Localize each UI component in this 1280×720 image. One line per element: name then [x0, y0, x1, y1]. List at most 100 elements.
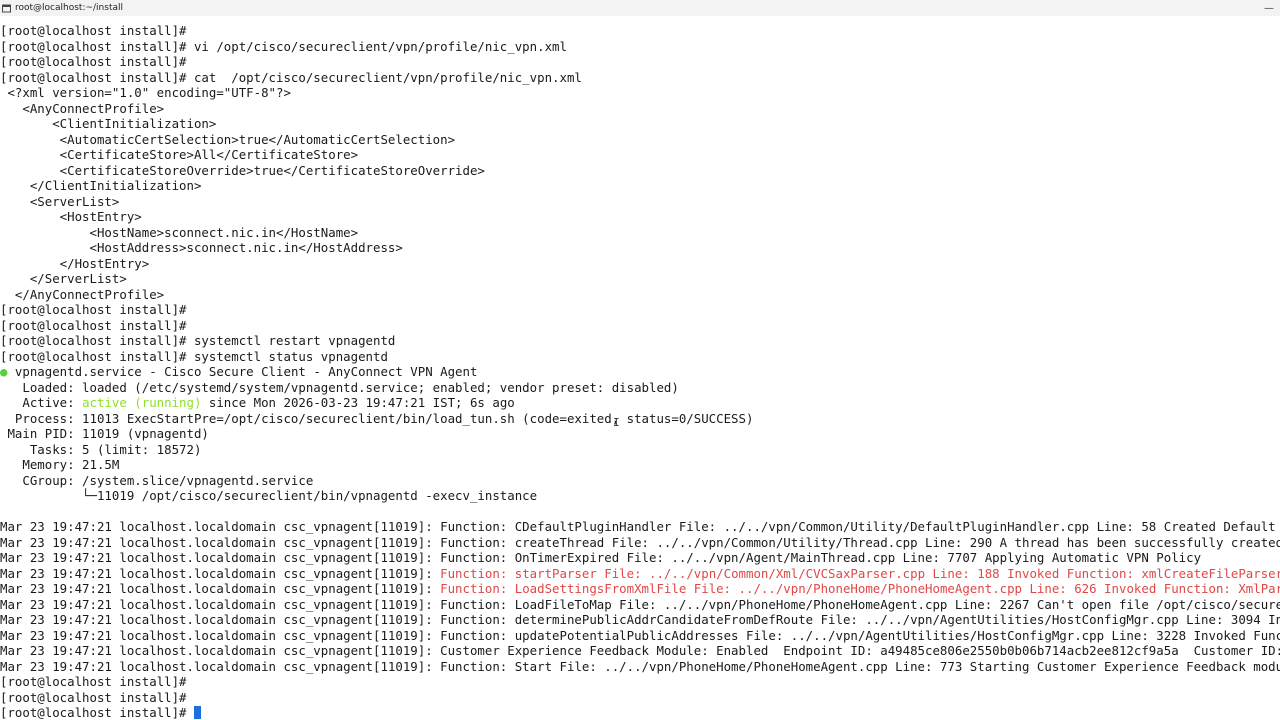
- terminal-line: <CertificateStoreOverride>true</Certific…: [0, 163, 1280, 179]
- window-titlebar: root@localhost:~/install —: [0, 0, 1280, 16]
- line-prefix: Mar 23 19:47:21 localhost.localdomain cs…: [0, 565, 441, 581]
- terminal-line: Mar 23 19:47:21 localhost.localdomain cs…: [0, 519, 1280, 535]
- terminal-line: <HostAddress>sconnect.nic.in</HostAddres…: [0, 240, 1280, 256]
- terminal-line: Main PID: 11019 (vpnagentd): [0, 426, 1280, 442]
- terminal-line: </AnyConnectProfile>: [0, 287, 1280, 303]
- terminal-line: Mar 23 19:47:21 localhost.localdomain cs…: [0, 581, 1280, 597]
- terminal-line: </ClientInitialization>: [0, 178, 1280, 194]
- terminal-line: Mar 23 19:47:21 localhost.localdomain cs…: [0, 597, 1280, 613]
- line-text: [root@localhost install]# systemctl stat…: [0, 348, 388, 364]
- line-text: <ServerList>: [0, 193, 120, 209]
- line-text: <AnyConnectProfile>: [0, 100, 165, 116]
- line-text: <ClientInitialization>: [0, 116, 217, 131]
- terminal-line: Mar 23 19:47:21 localhost.localdomain cs…: [0, 550, 1280, 566]
- line-suffix: since Mon 2026-03-23 19:47:21 IST; 6s ag…: [201, 395, 515, 410]
- line-text: <CertificateStore>All</CertificateStore>: [0, 147, 359, 162]
- terminal-line: [root@localhost install]#: [0, 318, 1280, 334]
- line-text: <HostName>sconnect.nic.in</HostName>: [0, 224, 359, 240]
- line-text: </HostEntry>: [0, 255, 150, 271]
- terminal-line: Tasks: 5 (limit: 18572): [0, 442, 1280, 458]
- terminal-line: </ServerList>: [0, 271, 1280, 287]
- line-text: [root@localhost install]#: [0, 689, 187, 705]
- line-text: [root@localhost install]#: [0, 705, 194, 720]
- terminal-line: Active: active (running) since Mon 2026-…: [0, 395, 1280, 411]
- line-text: Mar 23 19:47:21 localhost.localdomain cs…: [0, 534, 1280, 550]
- line-text: Mar 23 19:47:21 localhost.localdomain cs…: [0, 627, 1280, 643]
- log-error-text: Function: LoadSettingsFromXmlFile File: …: [440, 581, 1280, 596]
- terminal-line: └─11019 /opt/cisco/secureclient/bin/vpna…: [0, 488, 1280, 504]
- line-text: CGroup: /system.slice/vpnagentd.service: [0, 472, 314, 488]
- terminal-line: [root@localhost install]#: [0, 705, 1280, 720]
- terminal-line: Mar 23 19:47:21 localhost.localdomain cs…: [0, 535, 1280, 551]
- terminal-line: <AutomaticCertSelection>true</AutomaticC…: [0, 132, 1280, 148]
- service-active-status: active (running): [82, 395, 202, 410]
- line-text: [root@localhost install]# systemctl rest…: [0, 333, 396, 348]
- line-text: </ServerList>: [0, 271, 127, 286]
- terminal-line: [root@localhost install]#: [0, 674, 1280, 690]
- terminal-line: CGroup: /system.slice/vpnagentd.service: [0, 473, 1280, 489]
- line-text: Mar 23 19:47:21 localhost.localdomain cs…: [0, 612, 1280, 627]
- terminal-cursor[interactable]: [193, 706, 201, 719]
- line-text: Loaded: loaded (/etc/systemd/system/vpna…: [0, 379, 679, 395]
- line-text: Tasks: 5 (limit: 18572): [0, 441, 202, 457]
- line-text: └─11019 /opt/cisco/secureclient/bin/vpna…: [0, 488, 538, 503]
- terminal-line: Mar 23 19:47:21 localhost.localdomain cs…: [0, 659, 1280, 675]
- terminal-line: Memory: 21.5M: [0, 457, 1280, 473]
- minimize-button[interactable]: —: [1258, 0, 1280, 16]
- terminal-line: <ServerList>: [0, 194, 1280, 210]
- line-text: Mar 23 19:47:21 localhost.localdomain cs…: [0, 596, 1280, 612]
- line-prefix: Mar 23 19:47:21 localhost.localdomain cs…: [0, 581, 441, 596]
- terminal-line: Mar 23 19:47:21 localhost.localdomain cs…: [0, 566, 1280, 582]
- line-prefix: Active:: [0, 395, 83, 410]
- line-text: [root@localhost install]#: [0, 317, 187, 333]
- line-text: [root@localhost install]#: [0, 23, 187, 38]
- line-text: </ClientInitialization>: [0, 178, 202, 193]
- line-text: [root@localhost install]# cat /opt/cisco…: [0, 69, 582, 85]
- text-cursor-icon: I: [613, 416, 620, 429]
- line-text: <AutomaticCertSelection>true</AutomaticC…: [0, 131, 456, 147]
- line-text: [root@localhost install]#: [0, 302, 187, 317]
- terminal-line: <CertificateStore>All</CertificateStore>: [0, 147, 1280, 163]
- terminal-line: [root@localhost install]#: [0, 23, 1280, 39]
- terminal-icon: [2, 4, 11, 13]
- line-text: [root@localhost install]#: [0, 674, 187, 689]
- terminal-line: <ClientInitialization>: [0, 116, 1280, 132]
- window-title: root@localhost:~/install: [15, 3, 123, 13]
- line-text: [root@localhost install]#: [0, 54, 187, 69]
- line-text: Mar 23 19:47:21 localhost.localdomain cs…: [0, 658, 1280, 674]
- terminal-line: Process: 11013 ExecStartPre=/opt/cisco/s…: [0, 411, 1280, 427]
- terminal-line: <HostEntry>: [0, 209, 1280, 225]
- terminal-line: Loaded: loaded (/etc/systemd/system/vpna…: [0, 380, 1280, 396]
- line-text: <HostAddress>sconnect.nic.in</HostAddres…: [0, 240, 403, 255]
- terminal-line: [root@localhost install]#: [0, 302, 1280, 318]
- terminal-line: <?xml version="1.0" encoding="UTF-8"?>: [0, 85, 1280, 101]
- line-text: vpnagentd.service - Cisco Secure Client …: [7, 364, 478, 379]
- line-text: <HostEntry>: [0, 209, 142, 224]
- line-text: Mar 23 19:47:21 localhost.localdomain cs…: [0, 550, 1202, 565]
- line-text: </AnyConnectProfile>: [0, 286, 165, 302]
- terminal-line: </HostEntry>: [0, 256, 1280, 272]
- terminal-line: <HostName>sconnect.nic.in</HostName>: [0, 225, 1280, 241]
- terminal-line: [root@localhost install]#: [0, 690, 1280, 706]
- line-text: <CertificateStoreOverride>true</Certific…: [0, 162, 485, 178]
- line-text: Process: 11013 ExecStartPre=/opt/cisco/s…: [0, 410, 754, 426]
- terminal-line: Mar 23 19:47:21 localhost.localdomain cs…: [0, 612, 1280, 628]
- line-text: Main PID: 11019 (vpnagentd): [0, 426, 209, 441]
- terminal-line: [root@localhost install]# cat /opt/cisco…: [0, 70, 1280, 86]
- line-text: <?xml version="1.0" encoding="UTF-8"?>: [0, 85, 291, 100]
- terminal-line: Mar 23 19:47:21 localhost.localdomain cs…: [0, 643, 1280, 659]
- log-error-text: Function: startParser File: ../../vpn/Co…: [440, 565, 1280, 581]
- terminal-line: [root@localhost install]#: [0, 54, 1280, 70]
- terminal-line: Mar 23 19:47:21 localhost.localdomain cs…: [0, 628, 1280, 644]
- terminal-line: [root@localhost install]# vi /opt/cisco/…: [0, 39, 1280, 55]
- terminal-line: <AnyConnectProfile>: [0, 101, 1280, 117]
- line-text: Mar 23 19:47:21 localhost.localdomain cs…: [0, 643, 1280, 658]
- line-text: [root@localhost install]# vi /opt/cisco/…: [0, 38, 567, 54]
- line-text: Memory: 21.5M: [0, 457, 120, 472]
- terminal-line: ● vpnagentd.service - Cisco Secure Clien…: [0, 364, 1280, 380]
- terminal-line: [root@localhost install]# systemctl rest…: [0, 333, 1280, 349]
- terminal-output[interactable]: [root@localhost install]# [root@localhost…: [0, 23, 1280, 720]
- terminal-line: [root@localhost install]# systemctl stat…: [0, 349, 1280, 365]
- line-text: Mar 23 19:47:21 localhost.localdomain cs…: [0, 519, 1280, 534]
